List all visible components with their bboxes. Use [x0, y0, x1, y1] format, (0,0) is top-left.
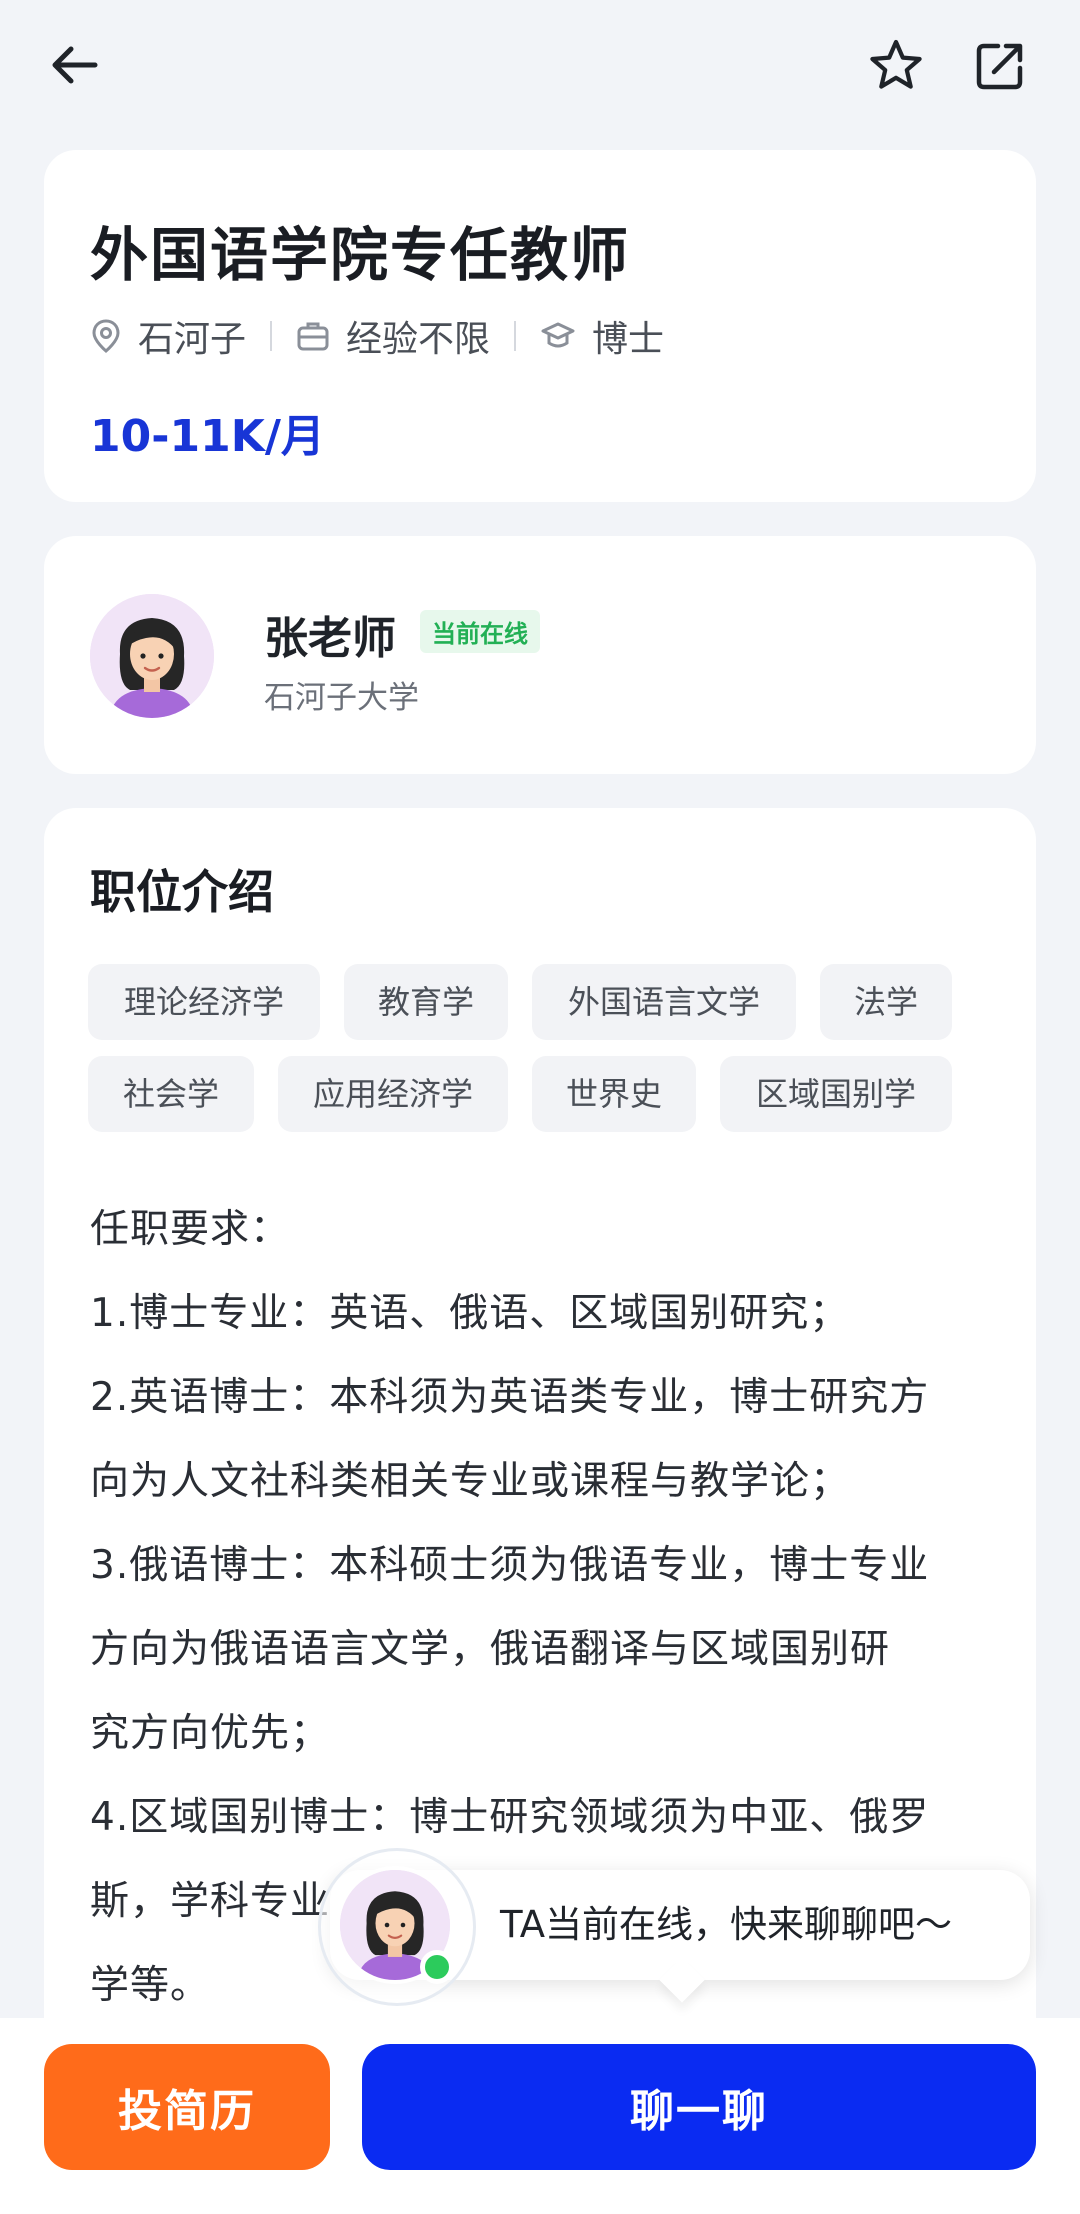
- bottom-action-bar: 投简历 聊一聊: [0, 2018, 1080, 2214]
- tag-item: 理论经济学: [88, 964, 320, 1040]
- salary: 10-11K/月: [90, 411, 325, 462]
- tag-item: 世界史: [532, 1056, 696, 1132]
- tag-item: 法学: [820, 964, 952, 1040]
- location-pin-icon: [92, 319, 120, 353]
- description-line: 方向为俄语语言文学，俄语翻译与区域国别研: [90, 1627, 891, 1672]
- description-line: 向为人文社科类相关专业或课程与教学论；: [90, 1459, 851, 1504]
- apply-resume-button[interactable]: 投简历: [44, 2044, 330, 2170]
- top-bar: [0, 0, 1080, 140]
- section-title: 职位介绍: [90, 865, 274, 919]
- share-icon: [976, 43, 1023, 90]
- arrow-left-icon: [52, 46, 98, 84]
- recruiter-avatar[interactable]: [90, 594, 214, 718]
- location-item: 石河子: [90, 310, 246, 362]
- description-line: 究方向优先；: [90, 1711, 331, 1756]
- favorite-button[interactable]: [860, 30, 932, 102]
- description-line: 3.俄语博士：本科硕士须为俄语专业，博士专业: [90, 1543, 930, 1588]
- tag-item: 教育学: [344, 964, 508, 1040]
- graduation-cap-icon: [541, 322, 575, 348]
- education-text: 博士: [592, 319, 665, 360]
- location-text: 石河子: [138, 319, 247, 360]
- job-title: 外国语学院专任教师: [90, 221, 631, 289]
- description-line: 4.区域国别博士：博士研究领域须为中亚、俄罗: [90, 1795, 930, 1840]
- experience-text: 经验不限: [346, 319, 491, 360]
- description-line: 任职要求：: [90, 1207, 291, 1252]
- tag-item: 应用经济学: [278, 1056, 508, 1132]
- star-icon: [870, 39, 922, 89]
- meta-divider: [514, 321, 517, 351]
- recruiter-organization: 石河子大学: [264, 680, 419, 716]
- education-item: 博士: [540, 310, 664, 362]
- avatar-illustration: [90, 594, 214, 718]
- chat-prompt-text: TA当前在线，快来聊聊吧～: [500, 1903, 953, 1946]
- tag-item: 区域国别学: [720, 1056, 952, 1132]
- tag-item: 社会学: [88, 1056, 254, 1132]
- tag-item: 外国语言文学: [532, 964, 796, 1040]
- back-button[interactable]: [40, 30, 110, 100]
- online-status-badge: 当前在线: [420, 610, 540, 653]
- briefcase-icon: [297, 322, 329, 351]
- description-line: 1.博士专业：英语、俄语、区域国别研究；: [90, 1291, 850, 1336]
- job-header-card: 外国语学院专任教师 石河子 经验不限 博士 10-11K/月: [44, 150, 1036, 502]
- online-indicator-dot: [420, 1950, 454, 1984]
- meta-divider: [270, 321, 273, 351]
- recruiter-name: 张老师: [264, 613, 396, 664]
- job-meta: 石河子 经验不限 博士: [90, 310, 664, 362]
- share-button[interactable]: [964, 30, 1036, 102]
- experience-item: 经验不限: [296, 310, 490, 362]
- description-line: 2.英语博士：本科须为英语类专业，博士研究方: [90, 1375, 930, 1420]
- recruiter-card[interactable]: 张老师 当前在线 石河子大学: [44, 536, 1036, 774]
- chat-button[interactable]: 聊一聊: [362, 2044, 1036, 2170]
